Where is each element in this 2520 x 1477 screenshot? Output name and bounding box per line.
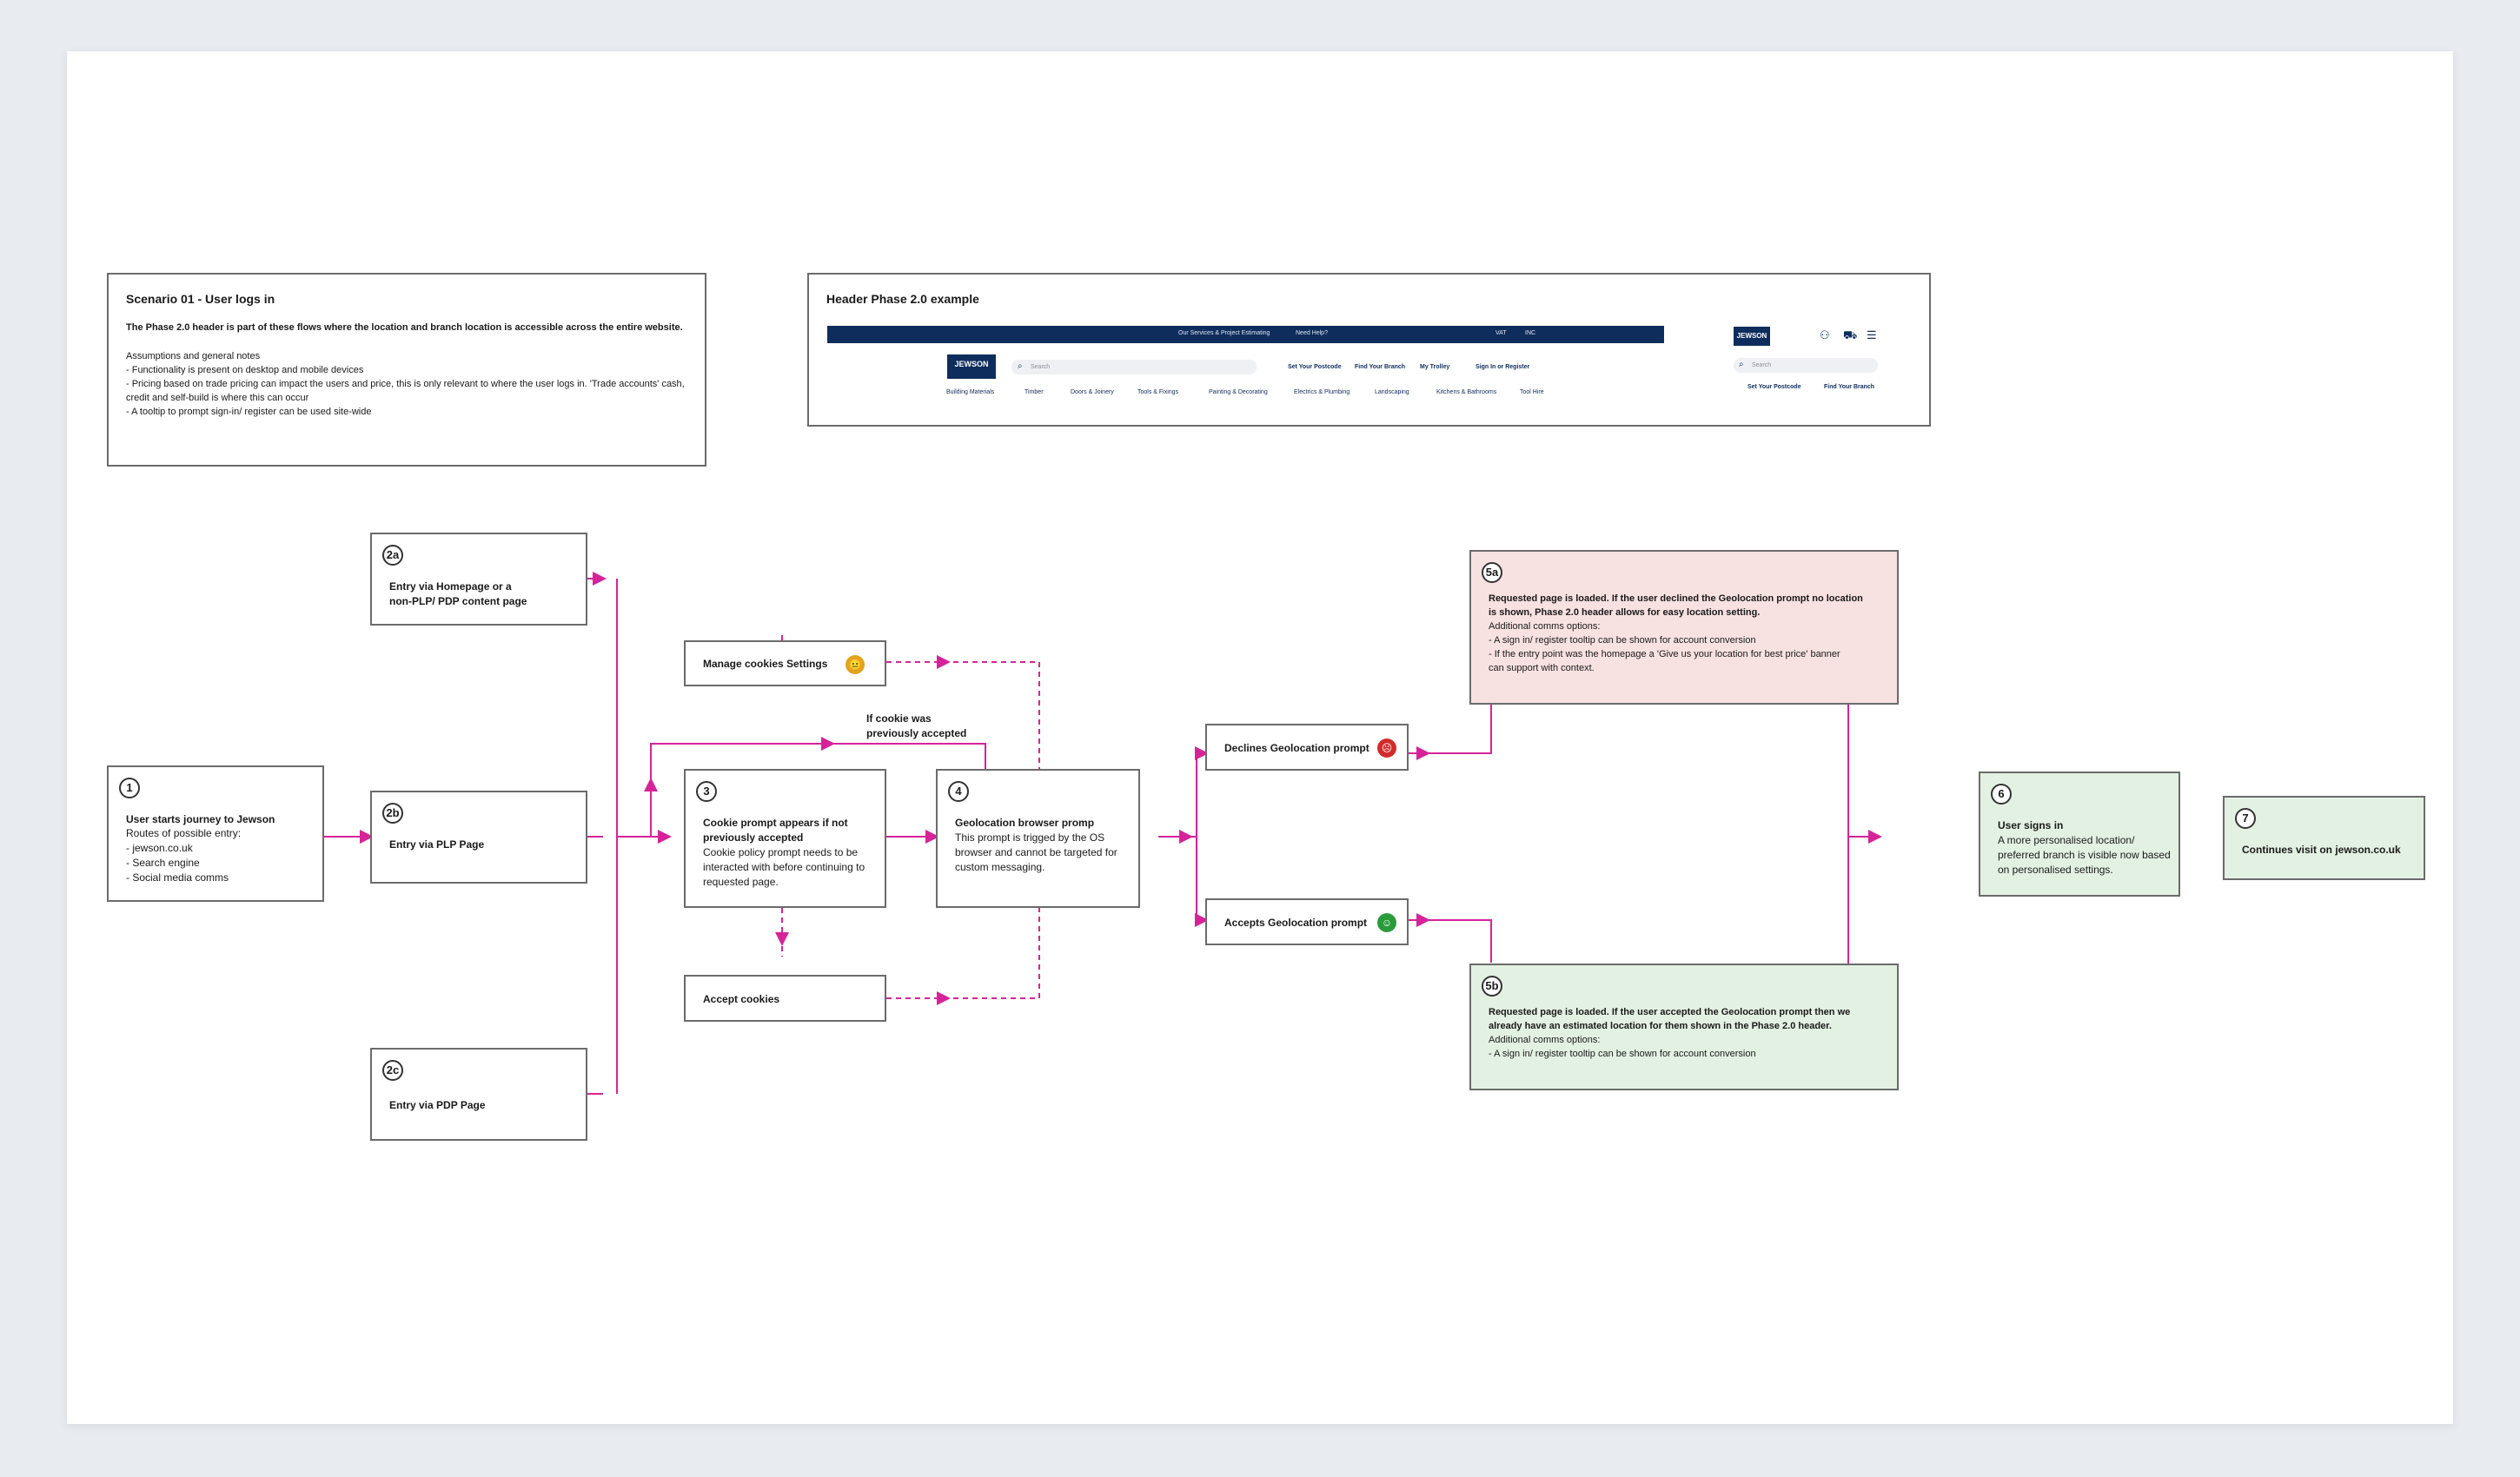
node-2a: 2a Entry via Homepage or a non-PLP/ PDP … [370,533,587,626]
nav-kitchens[interactable]: Kitchens & Bathrooms [1436,389,1496,395]
accepts-geolocation-title: Accepts Geolocation prompt [1224,917,1368,929]
accepts-geolocation-box: Accepts Geolocation prompt ☺ [1205,898,1409,945]
node-5b-body: Additional comms options: - A sign in/ r… [1489,1035,1756,1059]
node-5b: 5b Requested page is loaded. If the user… [1469,964,1899,1090]
mobile-trolley-icon[interactable]: ⛟ [1843,328,1857,344]
node-5a-title: Requested page is loaded. If the user de… [1489,593,1863,618]
mobile-search-icon: ⌕ [1739,360,1744,369]
header-example-box: Header Phase 2.0 example Our Services & … [807,273,1931,427]
neutral-face-icon: 😐 [846,655,865,674]
find-branch-link[interactable]: Find Your Branch [1355,364,1405,370]
node-5a: 5a Requested page is loaded. If the user… [1469,550,1899,705]
node-4: 4 Geolocation browser promp This prompt … [936,769,1140,908]
accept-cookies-title: Accept cookies [703,993,780,1005]
node-4-body: This prompt is trigged by the OS browser… [955,831,1117,873]
scenario-notes: Assumptions and general notes - Function… [126,351,685,417]
node-6-title: User signs in [1998,819,2064,831]
node-6: 6 User signs in A more personalised loca… [1979,772,2180,897]
node-1-title: User starts journey to Jewson [126,813,275,825]
node-3-badge: 3 [696,781,717,802]
node-7-badge: 7 [2235,808,2256,829]
node-5b-badge: 5b [1482,976,1502,997]
desktop-search-placeholder: Search [1031,364,1051,370]
node-2c-badge: 2c [382,1060,403,1081]
node-5a-body: Additional comms options: - A sign in/ r… [1489,621,1840,673]
nav-electrics[interactable]: Electrics & Plumbing [1294,389,1350,395]
trolley-link[interactable]: My Trolley [1420,364,1449,370]
mobile-find-branch[interactable]: Find Your Branch [1824,384,1874,390]
node-2b-title: Entry via PLP Page [389,838,485,851]
node-6-badge: 6 [1991,784,2012,805]
canvas: Scenario 01 - User logs in The Phase 2.0… [67,51,2453,1424]
declines-geolocation-title: Declines Geolocation prompt [1224,742,1369,754]
mobile-search-placeholder: Search [1752,362,1772,368]
sign-in-link[interactable]: Sign In or Register [1476,364,1529,370]
node-5a-badge: 5a [1482,562,1502,583]
node-2b-badge: 2b [382,803,403,824]
manage-cookies-box: Manage cookies Settings 😐 [684,640,886,686]
nav-painting[interactable]: Painting & Decorating [1209,389,1268,395]
cookie-accepted-note: If cookie was previously accepted [866,712,967,739]
set-postcode-link[interactable]: Set Your Postcode [1288,364,1342,370]
node-6-body: A more personalised location/ preferred … [1998,834,2171,876]
nav-building-materials[interactable]: Building Materials [946,389,994,395]
node-2c: 2c Entry via PDP Page [370,1048,587,1141]
declines-geolocation-box: Declines Geolocation prompt ☹ [1205,724,1409,771]
node-4-title: Geolocation browser promp [955,817,1095,829]
nav-tool-hire[interactable]: Tool Hire [1520,389,1544,395]
angry-face-icon: ☹ [1377,738,1396,758]
accept-cookies-box: Accept cookies [684,975,886,1022]
jewson-logo[interactable]: JEWSON [947,354,996,379]
node-2a-badge: 2a [382,545,403,566]
node-1: 1 User starts journey to Jewson Routes o… [107,765,324,902]
node-1-badge: 1 [119,778,140,798]
node-3-body: Cookie policy prompt needs to be interac… [703,846,865,888]
node-2b: 2b Entry via PLP Page [370,791,587,884]
header-example-title: Header Phase 2.0 example [826,292,979,306]
mobile-menu-icon[interactable]: ☰ [1867,328,1877,342]
search-icon: ⌕ [1018,361,1023,371]
node-2a-title: Entry via Homepage or a non-PLP/ PDP con… [389,580,527,607]
node-3: 3 Cookie prompt appears if not previousl… [684,769,886,908]
scenario-intro: The Phase 2.0 header is part of these fl… [126,322,683,333]
vat-label: VAT [1495,330,1507,336]
mobile-set-postcode[interactable]: Set Your Postcode [1747,384,1801,390]
top-link-services[interactable]: Our Services & Project Estimating [1178,330,1270,336]
nav-tools-fixings[interactable]: Tools & Fixings [1137,389,1178,395]
node-1-body: Routes of possible entry: - jewson.co.uk… [126,827,242,884]
node-5b-title: Requested page is loaded. If the user ac… [1489,1007,1851,1031]
node-2c-title: Entry via PDP Page [389,1099,486,1111]
nav-doors-joinery[interactable]: Doors & Joinery [1071,389,1114,395]
node-7: 7 Continues visit on jewson.co.uk [2223,796,2425,880]
mobile-jewson-logo[interactable]: JEWSON [1734,327,1770,346]
nav-timber[interactable]: Timber [1025,389,1044,395]
nav-landscaping[interactable]: Landscaping [1375,389,1409,395]
vat-toggle-inc[interactable]: INC [1525,330,1535,336]
node-7-title: Continues visit on jewson.co.uk [2242,844,2401,856]
manage-cookies-title: Manage cookies Settings [703,658,828,670]
scenario-box: Scenario 01 - User logs in The Phase 2.0… [107,273,706,467]
smile-face-icon: ☺ [1377,913,1396,932]
node-3-title: Cookie prompt appears if not previously … [703,817,848,844]
mobile-account-icon[interactable]: ⚇ [1820,328,1830,342]
top-link-help[interactable]: Need Help? [1296,330,1328,336]
scenario-title: Scenario 01 - User logs in [126,292,275,306]
node-4-badge: 4 [948,781,969,802]
